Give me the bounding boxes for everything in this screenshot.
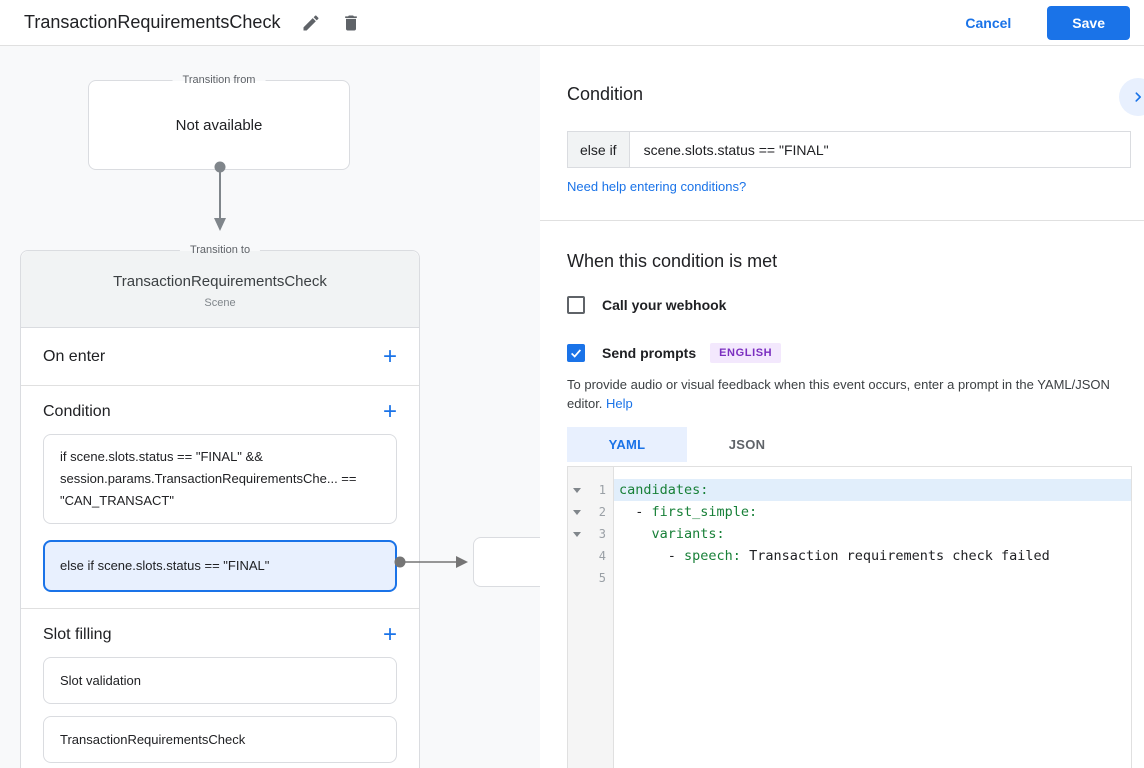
editor-code-line[interactable]: - first_simple: xyxy=(614,501,1131,523)
check-icon xyxy=(569,346,583,360)
condition-panel: Condition else if Need help entering con… xyxy=(540,46,1144,768)
line-number: 3 xyxy=(585,527,613,541)
title-actions xyxy=(300,12,362,34)
fold-arrow-icon[interactable] xyxy=(568,510,585,515)
line-number: 1 xyxy=(585,483,613,497)
condition-connector-arrow xyxy=(394,552,479,572)
page-title: TransactionRequirementsCheck xyxy=(24,12,280,33)
chevron-right-icon xyxy=(1128,87,1144,107)
editor-gutter: 1 2 3 4 5 xyxy=(568,467,614,768)
trash-icon xyxy=(341,13,361,33)
plus-icon: + xyxy=(383,398,397,425)
condition-prefix-label: else if xyxy=(567,131,630,168)
editor-code-line[interactable] xyxy=(614,567,1131,589)
transition-from-content: Not available xyxy=(89,81,349,169)
add-condition-button[interactable]: + xyxy=(383,402,397,422)
condition-item-selected[interactable]: else if scene.slots.status == "FINAL" xyxy=(43,540,397,592)
delete-scene-button[interactable] xyxy=(340,12,362,34)
editor-gutter-row: 4 xyxy=(568,545,613,567)
when-condition-met-title: When this condition is met xyxy=(567,251,777,272)
line-number: 4 xyxy=(585,549,613,563)
editor-gutter-row: 3 xyxy=(568,523,613,545)
panel-title: Condition xyxy=(567,84,643,105)
send-prompts-checkbox[interactable] xyxy=(567,344,585,362)
condition-section-label: Condition xyxy=(43,403,111,421)
editor-format-tabs: YAML JSON xyxy=(567,427,807,462)
scene-card-header: TransactionRequirementsCheck Scene xyxy=(21,251,419,328)
condition-section: Condition + if scene.slots.status == "FI… xyxy=(21,386,419,609)
flow-canvas: Transition from Not available Transition… xyxy=(0,46,540,768)
on-enter-section: On enter + xyxy=(21,328,419,386)
yaml-text: - xyxy=(619,548,684,564)
save-button[interactable]: Save xyxy=(1047,6,1130,40)
transition-from-label: Transition from xyxy=(173,73,266,88)
plus-icon: + xyxy=(383,343,397,370)
condition-expression-input[interactable] xyxy=(630,131,1131,168)
transition-target-box[interactable] xyxy=(473,537,540,587)
send-prompts-label: Send prompts xyxy=(602,345,696,361)
call-webhook-checkbox[interactable] xyxy=(567,296,585,314)
scene-card[interactable]: Transition to TransactionRequirementsChe… xyxy=(20,250,420,768)
editor-gutter-row: 5 xyxy=(568,567,613,589)
plus-icon: + xyxy=(383,621,397,648)
tab-yaml[interactable]: YAML xyxy=(567,427,687,462)
app-bar: TransactionRequirementsCheck Cancel Save xyxy=(0,0,1144,46)
pencil-icon xyxy=(301,13,321,33)
editor-code-area[interactable]: candidates: - first_simple: variants: - … xyxy=(614,467,1131,768)
line-number: 2 xyxy=(585,505,613,519)
scene-subtitle: Scene xyxy=(21,297,419,309)
add-slot-button[interactable]: + xyxy=(383,625,397,645)
slot-filling-label: Slot filling xyxy=(43,626,111,644)
slot-filling-section: Slot filling + Slot validation Transacti… xyxy=(21,609,419,768)
tab-json[interactable]: JSON xyxy=(687,427,807,462)
condition-expression-row: else if xyxy=(567,131,1131,168)
fold-arrow-icon[interactable] xyxy=(568,488,585,493)
prompt-editor-description: To provide audio or visual feedback when… xyxy=(567,375,1133,413)
panel-divider xyxy=(540,220,1144,221)
collapse-panel-button[interactable] xyxy=(1119,78,1144,116)
scene-title: TransactionRequirementsCheck xyxy=(21,273,419,290)
on-enter-label: On enter xyxy=(43,348,105,366)
call-webhook-label: Call your webhook xyxy=(602,297,726,313)
yaml-text: Transaction requirements check failed xyxy=(741,548,1050,564)
editor-gutter-row: 1 xyxy=(568,479,613,501)
yaml-key: first_simple: xyxy=(652,504,758,520)
help-link[interactable]: Help xyxy=(606,396,633,411)
fold-arrow-icon[interactable] xyxy=(568,532,585,537)
editor-code-line[interactable]: candidates: xyxy=(614,479,1131,501)
yaml-text: - xyxy=(619,504,652,520)
editor-code-line[interactable]: - speech: Transaction requirements check… xyxy=(614,545,1131,567)
yaml-key: candidates: xyxy=(619,482,708,498)
code-editor[interactable]: 1 2 3 4 5 candidates: - first_simple: varian… xyxy=(567,466,1132,768)
transition-from-box: Transition from Not available xyxy=(88,80,350,170)
condition-item[interactable]: if scene.slots.status == "FINAL" && sess… xyxy=(43,434,397,524)
slot-filling-item[interactable]: TransactionRequirementsCheck xyxy=(43,716,397,763)
language-badge: ENGLISH xyxy=(710,343,781,363)
editor-code-line[interactable]: variants: xyxy=(614,523,1131,545)
editor-gutter-row: 2 xyxy=(568,501,613,523)
cancel-button[interactable]: Cancel xyxy=(965,15,1011,31)
yaml-key: variants: xyxy=(652,526,725,542)
add-on-enter-button[interactable]: + xyxy=(383,347,397,367)
yaml-text xyxy=(619,526,652,542)
conditions-help-link[interactable]: Need help entering conditions? xyxy=(567,179,746,194)
yaml-key: speech: xyxy=(684,548,741,564)
line-number: 5 xyxy=(585,571,613,585)
edit-title-button[interactable] xyxy=(300,12,322,34)
slot-validation-item[interactable]: Slot validation xyxy=(43,657,397,704)
flow-arrow-down xyxy=(210,158,230,238)
transition-to-label: Transition to xyxy=(180,243,260,258)
